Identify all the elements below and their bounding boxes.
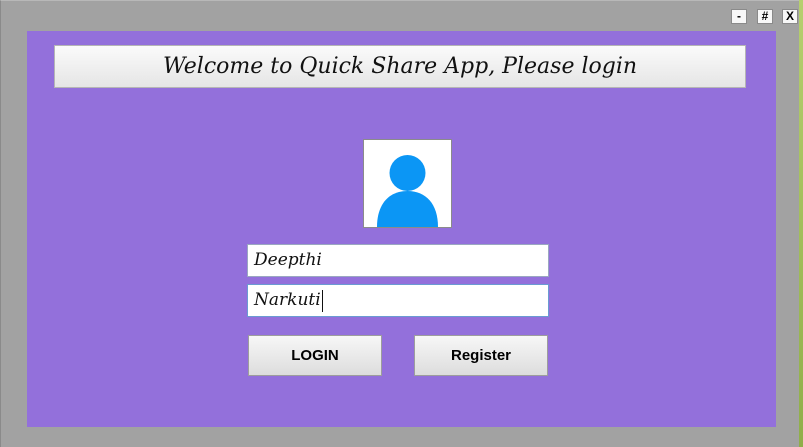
- minimize-button[interactable]: -: [731, 9, 747, 24]
- maximize-button[interactable]: #: [757, 9, 773, 24]
- username-field[interactable]: Deepthi: [247, 244, 549, 277]
- login-button[interactable]: LOGIN: [248, 335, 382, 376]
- password-field[interactable]: Narkuti: [247, 284, 549, 317]
- login-panel: Welcome to Quick Share App, Please login…: [27, 31, 776, 427]
- text-caret: [321, 289, 323, 312]
- welcome-banner: Welcome to Quick Share App, Please login: [54, 45, 746, 88]
- user-icon: [377, 155, 438, 227]
- close-button[interactable]: X: [782, 9, 798, 24]
- login-window: - # X Welcome to Quick Share App, Please…: [0, 0, 799, 447]
- register-button[interactable]: Register: [414, 335, 548, 376]
- desktop-background-edge: [799, 0, 803, 447]
- password-value: Narkuti: [254, 290, 321, 310]
- username-value: Deepthi: [254, 250, 322, 270]
- avatar: [363, 139, 452, 228]
